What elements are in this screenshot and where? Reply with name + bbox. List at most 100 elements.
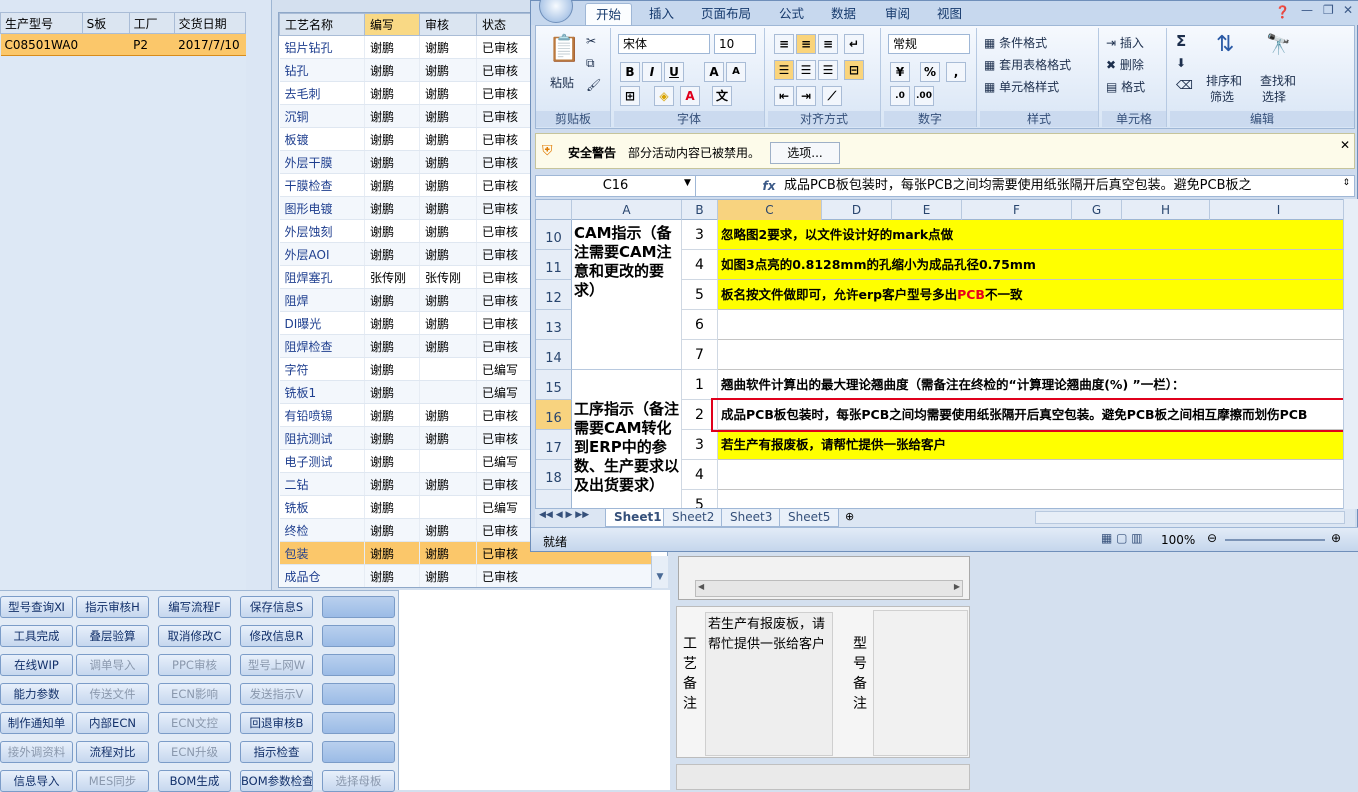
grow-font-button[interactable]: A (704, 62, 724, 82)
align-left-icon[interactable]: ☰ (774, 60, 794, 80)
percent-button[interactable]: % (920, 62, 940, 82)
italic-button[interactable]: I (642, 62, 662, 82)
col-header-delivery-date[interactable]: 交货日期 (173, 12, 247, 34)
cell-item-number[interactable]: 3 (682, 430, 718, 460)
tab-data[interactable]: 数据 (821, 3, 866, 25)
cell-instruction[interactable] (718, 310, 1346, 340)
row-header[interactable]: 18 (536, 460, 572, 490)
memo-bottom-scrollbar[interactable] (676, 764, 970, 790)
row-header[interactable]: 15 (536, 370, 572, 400)
action-button[interactable]: 回退审核B (240, 712, 313, 734)
action-button[interactable]: 保存信息S (240, 596, 313, 618)
close-icon[interactable]: ✕ (1343, 3, 1353, 17)
action-button[interactable]: 叠层验算 (76, 625, 149, 647)
number-format-combo[interactable]: 常规 (888, 34, 970, 54)
fx-icon[interactable]: fx (758, 176, 780, 196)
cell-instruction[interactable] (718, 490, 1346, 508)
action-button[interactable]: 调单导入 (76, 654, 149, 676)
table-row[interactable]: C08501WA0 P2 2017/7/10 (0, 33, 246, 56)
cell-instruction[interactable]: 若生产有报废板，请帮忙提供一张给客户 (718, 430, 1346, 460)
format-as-table-button[interactable]: ▦ 套用表格格式 (984, 56, 1071, 73)
row-header[interactable]: 10 (536, 220, 572, 250)
col-header-process[interactable]: 工艺名称 (279, 13, 365, 36)
increase-decimal-icon[interactable]: .0 (890, 86, 910, 106)
cell-item-number[interactable]: 5 (682, 490, 718, 508)
craft-memo-text[interactable]: 若生产有报废板，请帮忙提供一张给客户 (705, 612, 833, 756)
action-button[interactable]: 指示审核H (76, 596, 149, 618)
font-size-combo[interactable]: 10 (714, 34, 756, 54)
align-middle-icon[interactable]: ≡ (796, 34, 816, 54)
empty-button[interactable] (322, 625, 395, 647)
decrease-decimal-icon[interactable]: .00 (914, 86, 934, 106)
action-button[interactable]: ECN文控 (158, 712, 231, 734)
cell-instruction[interactable]: 忽略图2要求，以文件设计好的mark点做 (718, 220, 1346, 250)
action-button[interactable]: ECN影响 (158, 683, 231, 705)
action-button[interactable]: 指示检查 (240, 741, 313, 763)
orientation-icon[interactable]: ⟋ (822, 86, 842, 106)
zoom-out-icon[interactable]: ⊖ (1207, 531, 1217, 545)
paste-button[interactable]: 粘贴 (550, 74, 574, 91)
cut-icon[interactable]: ✂ (586, 34, 596, 48)
paste-icon[interactable]: 📋 (548, 34, 580, 64)
action-button[interactable]: 发送指示V (240, 683, 313, 705)
new-sheet-icon[interactable]: ⊕ (845, 510, 854, 523)
row-header[interactable]: 12 (536, 280, 572, 310)
select-all-corner[interactable] (536, 200, 572, 220)
action-button[interactable]: 内部ECN (76, 712, 149, 734)
cell-item-number[interactable]: 7 (682, 340, 718, 370)
sheet-nav-icon[interactable]: ◀◀ ◀ ▶ ▶▶ (539, 510, 589, 520)
cell-instruction[interactable] (718, 340, 1346, 370)
action-button[interactable]: 能力参数 (0, 683, 73, 705)
column-header-d[interactable]: D (822, 200, 892, 220)
row-header[interactable]: 11 (536, 250, 572, 280)
table-row[interactable]: 成品仓 谢鹏 谢鹏 已审核 (279, 564, 652, 587)
cell-instruction[interactable]: 翘曲软件计算出的最大理论翘曲度（需备注在终检的“计算理论翘曲度(%) ”一栏）： (718, 370, 1346, 400)
empty-button[interactable] (322, 712, 395, 734)
zoom-slider[interactable] (1225, 539, 1325, 541)
restore-icon[interactable]: ❐ (1323, 3, 1334, 17)
cell-styles-button[interactable]: ▦ 单元格样式 (984, 78, 1059, 95)
help-icon[interactable]: ❓ (1275, 5, 1290, 19)
sheet-tab-5[interactable]: Sheet5 (779, 509, 840, 527)
row-header[interactable]: 14 (536, 340, 572, 370)
column-header-f[interactable]: F (962, 200, 1072, 220)
sort-label[interactable]: 排序和 (1206, 72, 1242, 89)
tab-view[interactable]: 视图 (927, 3, 972, 25)
filter-label[interactable]: 筛选 (1210, 88, 1234, 105)
empty-button[interactable] (322, 596, 395, 618)
name-box[interactable]: C16 (536, 176, 696, 196)
action-button[interactable]: BOM生成 (158, 770, 231, 792)
action-button[interactable]: 传送文件 (76, 683, 149, 705)
increase-indent-icon[interactable]: ⇥ (796, 86, 816, 106)
zoom-level[interactable]: 100% (1161, 533, 1195, 547)
delete-cells-button[interactable]: ✖ 删除 (1106, 56, 1144, 73)
phonetic-icon[interactable]: 文 (712, 86, 732, 106)
view-mode-icons[interactable]: ▦ ▢ ▥ (1101, 531, 1143, 545)
cell-instruction[interactable]: 板名按文件做即可，允许erp客户型号多出PCB不一致 (718, 280, 1346, 310)
cell-item-number[interactable]: 1 (682, 370, 718, 400)
empty-button[interactable] (322, 741, 395, 763)
action-button[interactable]: 取消修改C (158, 625, 231, 647)
action-button[interactable]: 在线WIP (0, 654, 73, 676)
font-name-combo[interactable]: 宋体 (618, 34, 710, 54)
column-header-i[interactable]: I (1210, 200, 1346, 220)
name-box-dropdown-icon[interactable]: ▼ (684, 178, 691, 188)
font-color-icon[interactable]: A (680, 86, 700, 106)
column-header-b[interactable]: B (682, 200, 718, 220)
cell-instruction[interactable] (718, 460, 1346, 490)
action-button[interactable]: BOM参数检查 (240, 770, 313, 792)
cell-item-number[interactable]: 4 (682, 250, 718, 280)
action-button[interactable]: PPC审核 (158, 654, 231, 676)
action-button[interactable]: 修改信息R (240, 625, 313, 647)
worksheet-grid[interactable]: ABCDEFGHI 10 11 12 13 14 15 16 17 18 CAM指示（备注需要CA… (535, 199, 1347, 509)
action-button[interactable]: 型号上网W (240, 654, 313, 676)
scroll-down-icon[interactable]: ▼ (652, 572, 668, 582)
empty-button[interactable] (322, 683, 395, 705)
zoom-in-icon[interactable]: ⊕ (1331, 531, 1341, 545)
tab-review[interactable]: 审阅 (875, 3, 920, 25)
col-header-writer[interactable]: 编写 (364, 13, 420, 36)
column-header-c[interactable]: C (718, 200, 822, 220)
memo-horizontal-scrollbar[interactable]: ◀ ▶ (695, 580, 963, 597)
fill-icon[interactable]: ⬇ (1176, 56, 1186, 70)
formula-input[interactable]: 成品PCB板包装时，每张PCB之间均需要使用纸张隔开后真空包装。避免PCB板之 (784, 176, 1329, 196)
